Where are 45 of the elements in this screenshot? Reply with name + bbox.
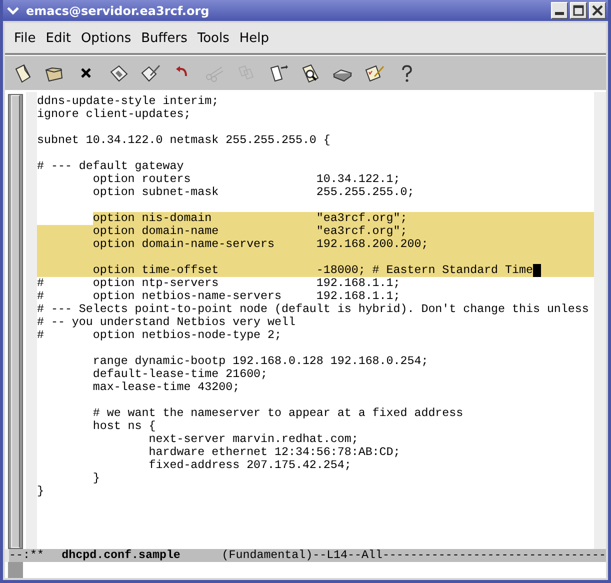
- code-line: option time-offset -18000; # Eastern Standard Time: [92, 264, 533, 277]
- code-line: }: [37, 485, 44, 498]
- code-line: # we want the nameserver to appear at a fixed address: [92, 407, 464, 420]
- menu-item[interactable]: Edit: [40, 28, 76, 48]
- code-line: option nis-domain "ea3rcf.org";: [92, 212, 408, 225]
- buffer-name: dhcpd.conf.sample: [62, 549, 180, 562]
- code-line: option subnet-mask 255.255.255.0;: [92, 186, 414, 199]
- code-line: range dynamic-bootp 192.168.0.128 192.168.0.254;: [92, 355, 428, 368]
- code-line: option domain-name "ea3rcf.org";: [92, 225, 408, 238]
- code-line: fixed-address 207.175.42.254;: [148, 459, 352, 472]
- code-line: # --- default gateway: [37, 160, 184, 173]
- text-cursor: [532, 264, 541, 277]
- mode-info: (Fundamental)--L14--All--------------------------------: [222, 549, 606, 562]
- code-line: # option netbios-name-servers 192.168.1.1;: [37, 290, 400, 303]
- code-line: # -- you understand Netbios very well: [37, 316, 296, 329]
- menu-item[interactable]: File: [9, 28, 41, 48]
- code-line: option routers 10.34.122.1;: [92, 173, 400, 186]
- scrollbar[interactable]: [8, 94, 23, 549]
- close-icon: [592, 5, 603, 16]
- minimize-button[interactable]: [551, 2, 568, 19]
- code-line: max-lease-time 43200;: [92, 381, 240, 394]
- code-line: # option ntp-servers 192.168.1.1;: [37, 277, 400, 290]
- code-line: default-lease-time 21600;: [92, 368, 268, 381]
- code-line: # option netbios-node-type 2;: [37, 329, 282, 342]
- menu-item[interactable]: Help: [234, 28, 274, 48]
- code-line: hardware ethernet 12:34:56:78:AB:CD;: [148, 446, 400, 459]
- code-line: ddns-update-style interim;: [37, 95, 219, 108]
- maximize-icon: [573, 5, 584, 16]
- menu-item[interactable]: Options: [76, 28, 136, 48]
- code-line: host ns {: [92, 420, 156, 433]
- code-line: next-server marvin.redhat.com;: [148, 433, 358, 446]
- minibuffer-scrollbar: [8, 562, 23, 578]
- close-button[interactable]: [589, 2, 606, 19]
- minibuffer[interactable]: [5, 562, 606, 578]
- minimize-icon: [555, 12, 564, 15]
- menu-item[interactable]: Buffers: [136, 28, 192, 48]
- code-line: subnet 10.34.122.0 netmask 255.255.255.0 {: [37, 134, 330, 147]
- code-line: ignore client-updates;: [37, 108, 191, 121]
- code-line: # --- Selects point-to-point node (default is hybrid). Don't change this unless: [37, 303, 589, 316]
- window-title: emacs@servidor.ea3rcf.org: [25, 4, 210, 18]
- code-line: option domain-name-servers 192.168.200.200;: [92, 238, 428, 251]
- code-line: }: [92, 472, 100, 485]
- menu-item[interactable]: Tools: [192, 28, 234, 48]
- maximize-button[interactable]: [570, 2, 587, 19]
- modified-status: --:**: [9, 549, 44, 562]
